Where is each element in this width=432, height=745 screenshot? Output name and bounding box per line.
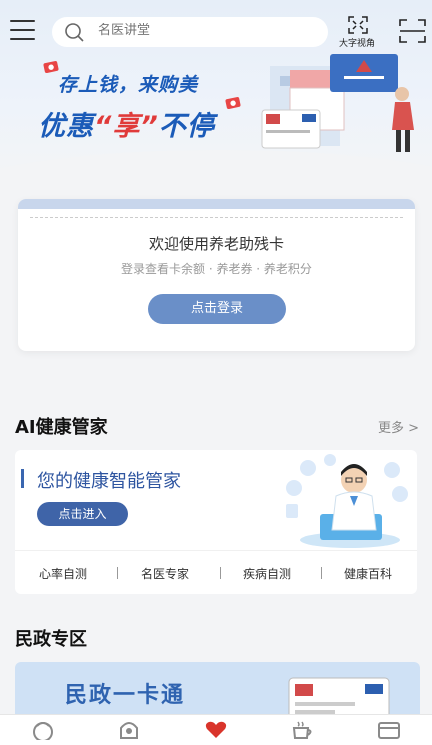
divider (15, 550, 417, 551)
nav-card[interactable] (359, 720, 419, 740)
care-icon (205, 721, 227, 738)
big-font-mode-button[interactable]: 大字视角 (337, 16, 379, 49)
accent-bar (21, 469, 24, 488)
card-icon (378, 722, 400, 739)
finance-icon (120, 722, 138, 739)
nav-care[interactable] (186, 720, 246, 740)
search-bar[interactable] (52, 17, 328, 47)
banner-tag: ● (225, 96, 241, 110)
minzheng-card[interactable]: 民政一卡通 (15, 662, 420, 722)
more-link[interactable]: 更多 > (378, 417, 419, 436)
scan-icon[interactable] (399, 19, 426, 43)
bottom-nav (0, 714, 432, 745)
doctor-illustration (286, 454, 408, 548)
ai-card-title: 您的健康智能管家 (37, 471, 181, 492)
banner-slogan-part1: 优惠 (38, 111, 94, 142)
enter-button[interactable]: 点击进入 (37, 502, 128, 526)
big-font-label: 大字视角 (338, 39, 375, 49)
expand-icon (348, 16, 368, 34)
separator (117, 567, 118, 579)
heart-rate-link[interactable]: 心率自测 (39, 565, 87, 582)
login-title: 欢迎使用养老助残卡 (148, 235, 284, 253)
home-icon (33, 722, 53, 740)
health-wiki-link[interactable]: 健康百科 (344, 565, 392, 582)
separator (321, 567, 322, 579)
divider (30, 217, 403, 218)
disease-test-link[interactable]: 疾病自测 (243, 565, 291, 582)
banner-slogan-part2: 不停 (158, 111, 215, 142)
banner-slogan-highlight: “享” (94, 111, 159, 142)
login-button[interactable]: 点击登录 (148, 294, 286, 324)
health-links: 心率自测 名医专家 疾病自测 健康百科 (15, 565, 417, 585)
ai-health-card[interactable]: 您的健康智能管家 点击进入 心率自测 名医专家 疾病自测 健康百科 (15, 450, 417, 594)
top-bar: 大字视角 (0, 0, 432, 64)
minzheng-section-title: 民政专区 (15, 629, 87, 650)
login-card: 欢迎使用养老助残卡 登录查看卡余额 · 养老券 · 养老积分 点击登录 (18, 199, 415, 351)
nav-life[interactable] (272, 720, 332, 740)
nav-home[interactable] (13, 720, 73, 740)
life-icon (292, 721, 312, 739)
ai-section-title: AI健康管家 (15, 417, 108, 438)
search-icon (65, 23, 84, 42)
banner-illustration (261, 54, 414, 152)
separator (220, 567, 221, 579)
famous-doctor-link[interactable]: 名医专家 (141, 565, 189, 582)
search-input[interactable] (98, 23, 298, 38)
banner-headline: 存上钱，来购美 (58, 74, 199, 96)
login-subtitle: 登录查看卡余额 · 养老券 · 养老积分 (121, 262, 312, 276)
menu-icon[interactable] (10, 20, 35, 42)
minzheng-card-title: 民政一卡通 (65, 683, 186, 708)
banner-slogan: 优惠“享”不停 (38, 104, 215, 143)
nav-finance[interactable] (99, 720, 159, 740)
card-top-band (18, 199, 415, 209)
hero-banner[interactable]: ● 存上钱，来购美 优惠“享”不停 ● 名医讲堂 大字视角 (0, 0, 432, 178)
